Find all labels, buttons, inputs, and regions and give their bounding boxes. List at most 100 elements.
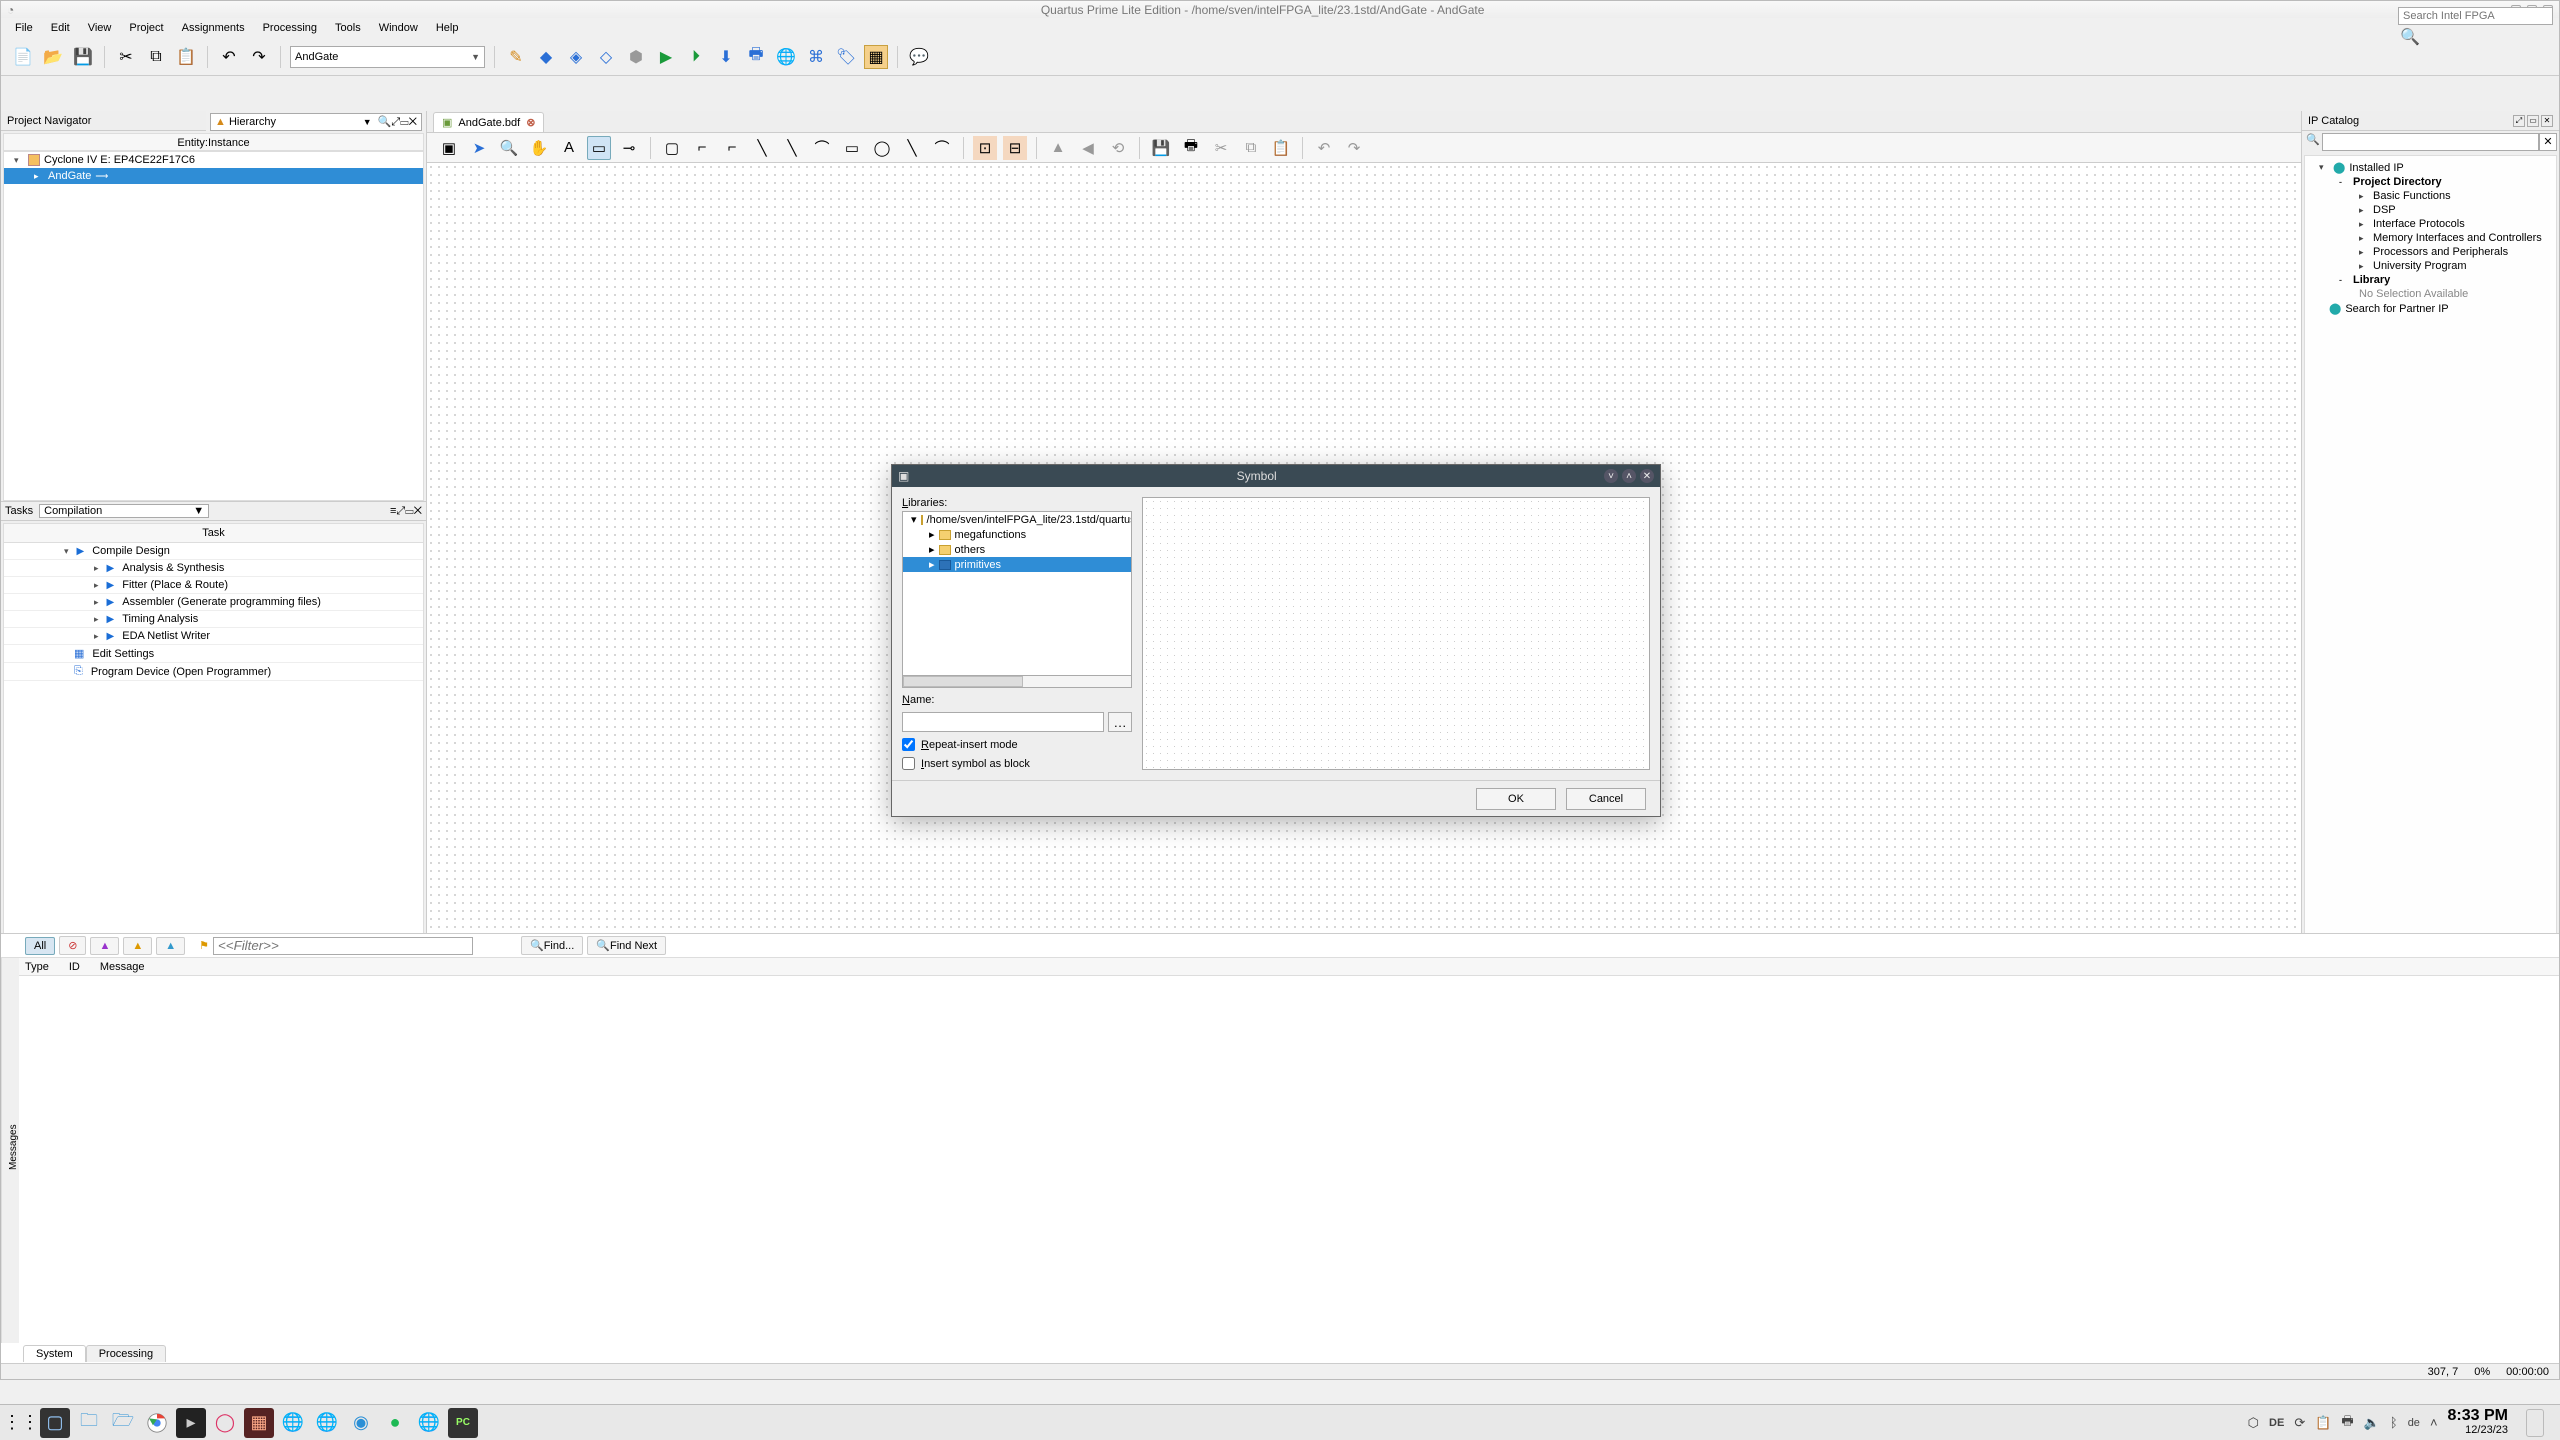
msg-find-button[interactable]: 🔍Find... — [521, 936, 583, 955]
ip-partner-search[interactable]: ⬤Search for Partner IP — [2309, 301, 2552, 316]
task-edit-settings[interactable]: ▦Edit Settings — [4, 645, 423, 663]
task-assembler[interactable]: ▸▶Assembler (Generate programming files) — [4, 594, 423, 611]
chip-icon[interactable]: ▦ — [864, 45, 888, 69]
dialog-close-icon[interactable]: ✕ — [1640, 469, 1654, 483]
ed-paste-icon[interactable]: 📋 — [1269, 136, 1293, 160]
ip-search-clear[interactable]: ✕ — [2539, 133, 2557, 151]
tb-konsole-icon[interactable]: ▸ — [176, 1408, 206, 1438]
browse-button[interactable]: … — [1108, 712, 1132, 732]
taskbar-clock[interactable]: 8:33 PM 12/23/23 — [2448, 1409, 2508, 1437]
menu-window[interactable]: Window — [371, 20, 426, 36]
tb-files-icon[interactable]: 🗀 — [74, 1408, 104, 1438]
ip-undock-icon[interactable]: ▭ — [2527, 115, 2539, 127]
tasks-pin-icon[interactable]: ⤢ — [396, 505, 405, 517]
msg-col-type[interactable]: Type — [25, 961, 49, 973]
ip-pin-icon[interactable]: ⤢ — [2513, 115, 2525, 127]
paste-icon[interactable]: 📋 — [174, 45, 198, 69]
hierarchy-selector[interactable]: ▲ Hierarchy▼ 🔍⤢▭✕ — [210, 113, 422, 131]
hierarchy-icon[interactable]: ⌘ — [804, 45, 828, 69]
play-plus-icon[interactable]: ⏵ — [684, 45, 708, 69]
messages-side-label[interactable]: Messages — [1, 958, 19, 1343]
oval-icon[interactable]: ◯ — [870, 136, 894, 160]
task-program-device[interactable]: ⎘Program Device (Open Programmer) — [4, 663, 423, 681]
partial-line-icon[interactable]: ⊟ — [1003, 136, 1027, 160]
ed-redo-icon[interactable]: ↷ — [1342, 136, 1366, 160]
project-selector[interactable]: AndGate▼ — [290, 46, 485, 68]
menu-edit[interactable]: Edit — [43, 20, 78, 36]
tray-printer-icon[interactable]: 🖶 — [2341, 1412, 2353, 1434]
ip-dsp[interactable]: ▸DSP — [2309, 203, 2552, 217]
tb-app2-icon[interactable]: ▦ — [244, 1408, 274, 1438]
nav-close-icon[interactable]: ✕ — [409, 116, 417, 128]
tray-clipboard-icon[interactable]: 📋 — [2315, 1415, 2331, 1431]
wire-icon[interactable]: ╲ — [750, 136, 774, 160]
tasks-mode-selector[interactable]: Compilation▼ — [39, 504, 209, 518]
tb-chrome-icon[interactable] — [142, 1408, 172, 1438]
conduit-icon[interactable]: ⌐ — [690, 136, 714, 160]
msg-filter-error-icon[interactable]: ⊘ — [59, 936, 86, 955]
lib-primitives[interactable]: ▸primitives — [903, 557, 1131, 572]
pointer-icon[interactable]: ➤ — [467, 136, 491, 160]
ip-interface[interactable]: ▸Interface Protocols — [2309, 217, 2552, 231]
ed-copy-icon[interactable]: ⧉ — [1239, 136, 1263, 160]
arc2-icon[interactable]: ⌒ — [930, 136, 954, 160]
redo-icon[interactable]: ↷ — [247, 45, 271, 69]
ok-button[interactable]: OK — [1476, 788, 1556, 810]
nav-undock-icon[interactable]: ▭ — [400, 116, 408, 128]
tray-lang[interactable]: de — [2408, 1417, 2420, 1429]
tb-chromium-icon[interactable]: ◉ — [346, 1408, 376, 1438]
msg-filter-all[interactable]: All — [25, 937, 55, 955]
undo-icon[interactable]: ↶ — [217, 45, 241, 69]
task-fitter[interactable]: ▸▶Fitter (Place & Route) — [4, 577, 423, 594]
compile-icon[interactable]: ◆ — [534, 45, 558, 69]
menu-help[interactable]: Help — [428, 20, 467, 36]
diag-wire-icon[interactable]: ╲ — [780, 136, 804, 160]
menu-processing[interactable]: Processing — [255, 20, 325, 36]
flip-v-icon[interactable]: ◀ — [1076, 136, 1100, 160]
copy-icon[interactable]: ⧉ — [144, 45, 168, 69]
ip-search-input[interactable] — [2322, 133, 2539, 151]
line-icon[interactable]: ╲ — [900, 136, 924, 160]
tb-app1-icon[interactable]: ◯ — [210, 1408, 240, 1438]
tray-kbd-layout[interactable]: DE — [2269, 1417, 2284, 1429]
tasks-close-icon[interactable]: ✕ — [414, 505, 422, 517]
entity-row[interactable]: ▸AndGate ⟶ — [4, 168, 423, 184]
tb-pycharm-icon[interactable]: PC — [448, 1408, 478, 1438]
download-icon[interactable]: ⬇ — [714, 45, 738, 69]
tag-icon[interactable]: 🏷 — [834, 45, 858, 69]
zoom-fit-icon[interactable]: ▣ — [437, 136, 461, 160]
ip-basic-functions[interactable]: ▸Basic Functions — [2309, 189, 2552, 203]
tb-browser2-icon[interactable]: 🌐 — [312, 1408, 342, 1438]
rubber-band-icon[interactable]: ⊡ — [973, 136, 997, 160]
task-compile-design[interactable]: ▾▶Compile Design — [4, 543, 423, 560]
tb-spotify-icon[interactable]: ● — [380, 1408, 410, 1438]
project-tree[interactable]: ▾Cyclone IV E: EP4CE22F17C6 ▸AndGate ⟶ — [3, 151, 424, 501]
stop-icon[interactable]: ⬢ — [624, 45, 648, 69]
save-icon[interactable]: 💾 — [71, 45, 95, 69]
zoom-icon[interactable]: 🔍 — [497, 136, 521, 160]
editor-tab-andgate[interactable]: ▣AndGate.bdf⊗ — [433, 112, 544, 132]
rect-icon[interactable]: ▭ — [840, 136, 864, 160]
ip-processors[interactable]: ▸Processors and Peripherals — [2309, 245, 2552, 259]
search-intel-fpga-input[interactable] — [2398, 7, 2553, 25]
ip-close-icon[interactable]: ✕ — [2541, 115, 2553, 127]
tb-app3-icon[interactable]: 🌐 — [414, 1408, 444, 1438]
cut-icon[interactable]: ✂ — [114, 45, 138, 69]
menu-assignments[interactable]: Assignments — [174, 20, 253, 36]
rotate-icon[interactable]: ⟲ — [1106, 136, 1130, 160]
insert-as-block-checkbox[interactable]: Insert symbol as block — [902, 757, 1132, 770]
tray-bluetooth-icon[interactable]: ᛒ — [2390, 1415, 2398, 1430]
task-timing[interactable]: ▸▶Timing Analysis — [4, 611, 423, 628]
text-icon[interactable]: A — [557, 136, 581, 160]
pin-tool-icon[interactable]: ⊸ — [617, 136, 641, 160]
msg-filter-warning-icon[interactable]: ▲ — [123, 937, 152, 955]
task-eda-netlist[interactable]: ▸▶EDA Netlist Writer — [4, 628, 423, 645]
tab-close-icon[interactable]: ⊗ — [526, 116, 535, 129]
wand-icon[interactable]: ✎ — [504, 45, 528, 69]
dialog-titlebar[interactable]: ▣ Symbol ˅ ˄ ✕ — [892, 465, 1660, 487]
pan-icon[interactable]: ✋ — [527, 136, 551, 160]
symbol-tool-icon[interactable]: ▭ — [587, 136, 611, 160]
tb-terminal-icon[interactable]: ▢ — [40, 1408, 70, 1438]
open-file-icon[interactable]: 📂 — [41, 45, 65, 69]
flip-h-icon[interactable]: ▲ — [1046, 136, 1070, 160]
